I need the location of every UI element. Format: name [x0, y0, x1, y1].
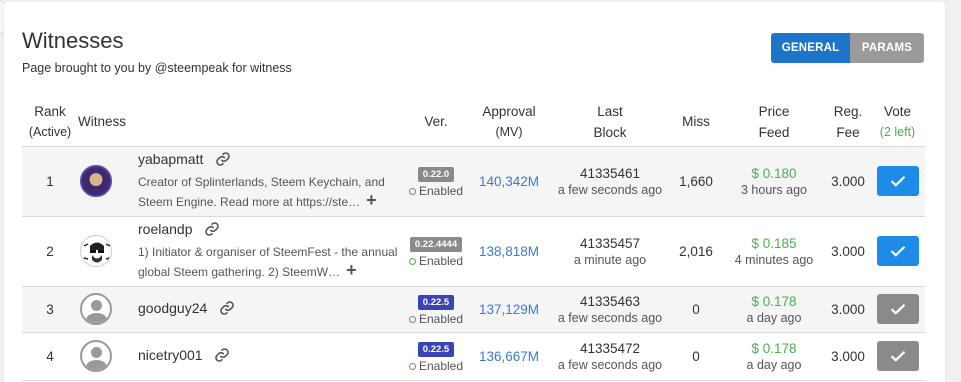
last-block-value: 41335472 [579, 340, 641, 356]
reg-fee-value: 3.000 [831, 348, 865, 364]
reg-fee-value: 3.000 [831, 301, 865, 317]
price-feed-value: $ 0.185 [751, 235, 797, 251]
table-row: 3 goodguy24 0.22.5 Enabled 137,129M 4133… [22, 286, 925, 332]
avatar[interactable] [80, 293, 112, 325]
table-row: 4 nicetry001 0.22.5 Enabled 136,667M 413… [22, 332, 925, 380]
witness-header[interactable]: Witness [78, 98, 404, 147]
witness-name[interactable]: yabapmatt [138, 151, 203, 167]
block-time: a few seconds ago [557, 182, 663, 197]
approval-header[interactable]: Approval (MV) [468, 98, 550, 147]
price-feed-time: 4 minutes ago [734, 252, 814, 267]
params-tab-button[interactable]: PARAMS [850, 33, 924, 63]
status-text: Enabled [418, 358, 464, 373]
enabled-dot-icon [408, 362, 416, 370]
block-time: a minute ago [573, 252, 647, 267]
last-block-header[interactable]: Last Block [550, 98, 670, 147]
witness-description: Creator of Splinterlands, Steem Keychain… [138, 174, 385, 210]
version-badge: 0.22.0 [417, 166, 455, 182]
link-icon[interactable] [219, 300, 235, 319]
status-text: Enabled [418, 311, 464, 326]
miss-header[interactable]: Miss [670, 98, 722, 147]
rank-value: 2 [46, 243, 54, 259]
avatar[interactable] [80, 340, 112, 372]
approval-value: 138,818M [478, 243, 540, 259]
page-subtitle: Page brought to you by @steempeak for wi… [22, 61, 292, 75]
vote-button[interactable] [876, 341, 919, 371]
approval-value: 136,667M [478, 348, 540, 364]
enabled-dot-icon [408, 315, 416, 323]
miss-value: 2,016 [679, 243, 713, 259]
miss-value: 0 [692, 348, 700, 364]
witness-name[interactable]: roelandp [138, 221, 193, 237]
link-icon[interactable] [215, 151, 231, 170]
table-row: 2 roelandp 1) Initiator & organiser of S… [22, 216, 925, 286]
avatar[interactable] [80, 165, 112, 197]
version-badge: 0.22.5 [417, 341, 455, 357]
witness-name[interactable]: goodguy24 [138, 300, 207, 316]
witness-description: 1) Initiator & organiser of SteemFest - … [138, 244, 398, 280]
rank-value: 4 [46, 348, 54, 364]
version-header[interactable]: Ver. [404, 98, 468, 147]
status-text: Enabled [418, 183, 464, 198]
price-feed-value: $ 0.178 [751, 340, 797, 356]
enabled-dot-icon [408, 257, 416, 265]
witnesses-table: Rank (Active) Witness Ver. Approval (MV) L… [22, 98, 925, 381]
view-toggle: GENERAL PARAMS [771, 33, 924, 63]
plus-icon[interactable]: + [366, 190, 377, 210]
plus-icon[interactable]: + [346, 260, 357, 280]
witness-name[interactable]: nicetry001 [138, 347, 203, 363]
price-feed-value: $ 0.178 [751, 293, 797, 309]
block-time: a few seconds ago [557, 357, 663, 372]
table-row: 1 yabapmatt Creator of Splinterlands, St… [22, 146, 925, 216]
avatar[interactable] [80, 235, 112, 267]
price-feed-time: a day ago [746, 357, 802, 372]
table-header-row: Rank (Active) Witness Ver. Approval (MV) L… [22, 98, 925, 147]
enabled-dot-icon [408, 187, 416, 195]
miss-value: 0 [692, 301, 700, 317]
price-feed-time: a day ago [746, 310, 802, 325]
witnesses-card: Witnesses Page brought to you by @steemp… [4, 2, 945, 382]
status-text: Enabled [418, 253, 464, 268]
vote-button[interactable] [876, 166, 919, 196]
last-block-value: 41335457 [579, 235, 641, 251]
price-feed-value: $ 0.180 [751, 165, 797, 181]
check-icon [890, 351, 905, 362]
check-icon [890, 246, 905, 257]
reg-fee-value: 3.000 [831, 173, 865, 189]
check-icon [890, 304, 905, 315]
approval-value: 137,129M [478, 301, 540, 317]
link-icon[interactable] [204, 221, 220, 240]
rank-value: 1 [46, 173, 54, 189]
check-icon [890, 176, 905, 187]
vote-button[interactable] [876, 236, 919, 266]
block-time: a few seconds ago [557, 310, 663, 325]
version-badge: 0.22.5 [417, 294, 455, 310]
version-badge: 0.22.4444 [409, 236, 463, 252]
rank-header[interactable]: Rank (Active) [22, 98, 78, 147]
approval-value: 140,342M [478, 173, 540, 189]
price-feed-time: 3 hours ago [740, 182, 808, 197]
vote-button[interactable] [876, 294, 919, 324]
last-block-value: 41335461 [579, 165, 641, 181]
vote-header: Vote (2 left) [870, 98, 925, 147]
reg-fee-value: 3.000 [831, 243, 865, 259]
miss-value: 1,660 [679, 173, 713, 189]
last-block-value: 41335463 [579, 293, 641, 309]
reg-fee-header[interactable]: Reg. Fee [826, 98, 870, 147]
link-icon[interactable] [214, 347, 230, 366]
page-title: Witnesses [22, 28, 124, 53]
price-feed-header[interactable]: Price Feed [722, 98, 826, 147]
general-tab-button[interactable]: GENERAL [771, 33, 850, 63]
rank-value: 3 [46, 301, 54, 317]
